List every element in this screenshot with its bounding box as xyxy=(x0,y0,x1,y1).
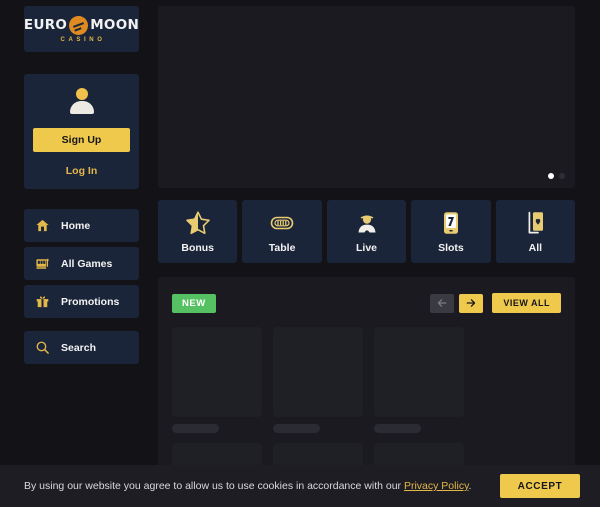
cookie-consent-banner: By using our website you agree to allow … xyxy=(0,465,600,507)
cookie-message: By using our website you agree to allow … xyxy=(24,480,488,492)
game-card[interactable] xyxy=(172,327,262,433)
game-card[interactable] xyxy=(374,327,464,433)
half-star-icon xyxy=(185,210,211,236)
carousel-dots xyxy=(548,173,565,179)
carousel-dot[interactable] xyxy=(559,173,565,179)
category-label: All xyxy=(528,241,543,254)
game-thumbnail xyxy=(172,327,262,417)
category-label: Slots xyxy=(438,241,464,254)
logo-wordmark: EURO MOON xyxy=(23,15,140,35)
category-tile-slots[interactable]: Slots xyxy=(411,200,491,263)
user-avatar-icon xyxy=(67,88,97,116)
game-title-placeholder xyxy=(374,424,421,433)
account-panel: Sign Up Log In xyxy=(24,74,139,189)
accept-cookies-button[interactable]: ACCEPT xyxy=(500,474,580,498)
game-title-placeholder xyxy=(172,424,219,433)
category-tile-all[interactable]: All xyxy=(495,200,576,263)
logo-word-euro: EURO xyxy=(23,17,68,33)
live-dealer-icon xyxy=(354,210,380,236)
sidebar-item-home[interactable]: Home xyxy=(24,209,139,242)
sidebar-item-promotions[interactable]: Promotions xyxy=(24,285,139,318)
hero-carousel[interactable] xyxy=(158,6,575,188)
next-arrow-button[interactable] xyxy=(459,293,484,313)
category-tiles: Bonus Table Live Slots All xyxy=(158,200,576,263)
category-label: Bonus xyxy=(181,241,215,254)
search-icon xyxy=(35,340,50,355)
sidebar-item-all-games[interactable]: All Games xyxy=(24,247,139,280)
arrow-right-icon xyxy=(466,299,476,307)
category-label: Live xyxy=(356,241,378,254)
category-tile-bonus[interactable]: Bonus xyxy=(158,200,238,263)
sidebar-item-search[interactable]: Search xyxy=(24,331,139,364)
view-all-button[interactable]: VIEW ALL xyxy=(492,293,561,313)
sign-up-button[interactable]: Sign Up xyxy=(33,128,130,152)
new-badge[interactable]: NEW xyxy=(172,293,216,313)
category-tile-table[interactable]: Table xyxy=(242,200,322,263)
roulette-table-icon xyxy=(269,210,295,236)
avatar-body xyxy=(69,101,94,114)
category-label: Table xyxy=(268,241,296,254)
slot-machine-icon xyxy=(35,256,50,271)
prev-arrow-button[interactable] xyxy=(430,293,455,313)
moon-emblem-icon xyxy=(69,15,89,35)
cookie-text-after: . xyxy=(468,480,472,492)
slot-seven-icon xyxy=(438,210,464,236)
sidebar: EURO MOON CASINO Sign Up Log In Home All… xyxy=(0,0,158,507)
log-in-link[interactable]: Log In xyxy=(66,165,98,177)
game-thumbnail xyxy=(374,327,464,417)
logo-subtitle: CASINO xyxy=(60,36,106,43)
carousel-controls: VIEW ALL xyxy=(430,293,561,313)
game-thumbnail xyxy=(273,327,363,417)
game-title-placeholder xyxy=(273,424,320,433)
home-icon xyxy=(35,218,50,233)
casino-homepage: EURO MOON CASINO Sign Up Log In Home All… xyxy=(0,0,600,507)
sidebar-nav: Home All Games Promotions Search xyxy=(24,209,139,364)
sidebar-item-label: All Games xyxy=(61,257,113,270)
logo-word-moon: MOON xyxy=(90,17,140,33)
cookie-text-before: By using our website you agree to allow … xyxy=(24,480,404,492)
avatar-head xyxy=(75,88,88,100)
game-card[interactable] xyxy=(273,327,363,433)
carousel-dot-active[interactable] xyxy=(548,173,554,179)
sidebar-item-label: Promotions xyxy=(61,295,120,308)
category-tile-live[interactable]: Live xyxy=(326,200,407,263)
sidebar-item-label: Home xyxy=(61,219,91,232)
brand-logo[interactable]: EURO MOON CASINO xyxy=(24,6,139,52)
games-section-header: NEW VIEW ALL xyxy=(172,293,561,313)
privacy-policy-link[interactable]: Privacy Policy xyxy=(404,480,469,492)
arrow-left-icon xyxy=(438,299,447,307)
playing-cards-icon xyxy=(522,210,548,236)
sidebar-item-label: Search xyxy=(61,341,97,354)
gift-icon xyxy=(35,294,50,309)
